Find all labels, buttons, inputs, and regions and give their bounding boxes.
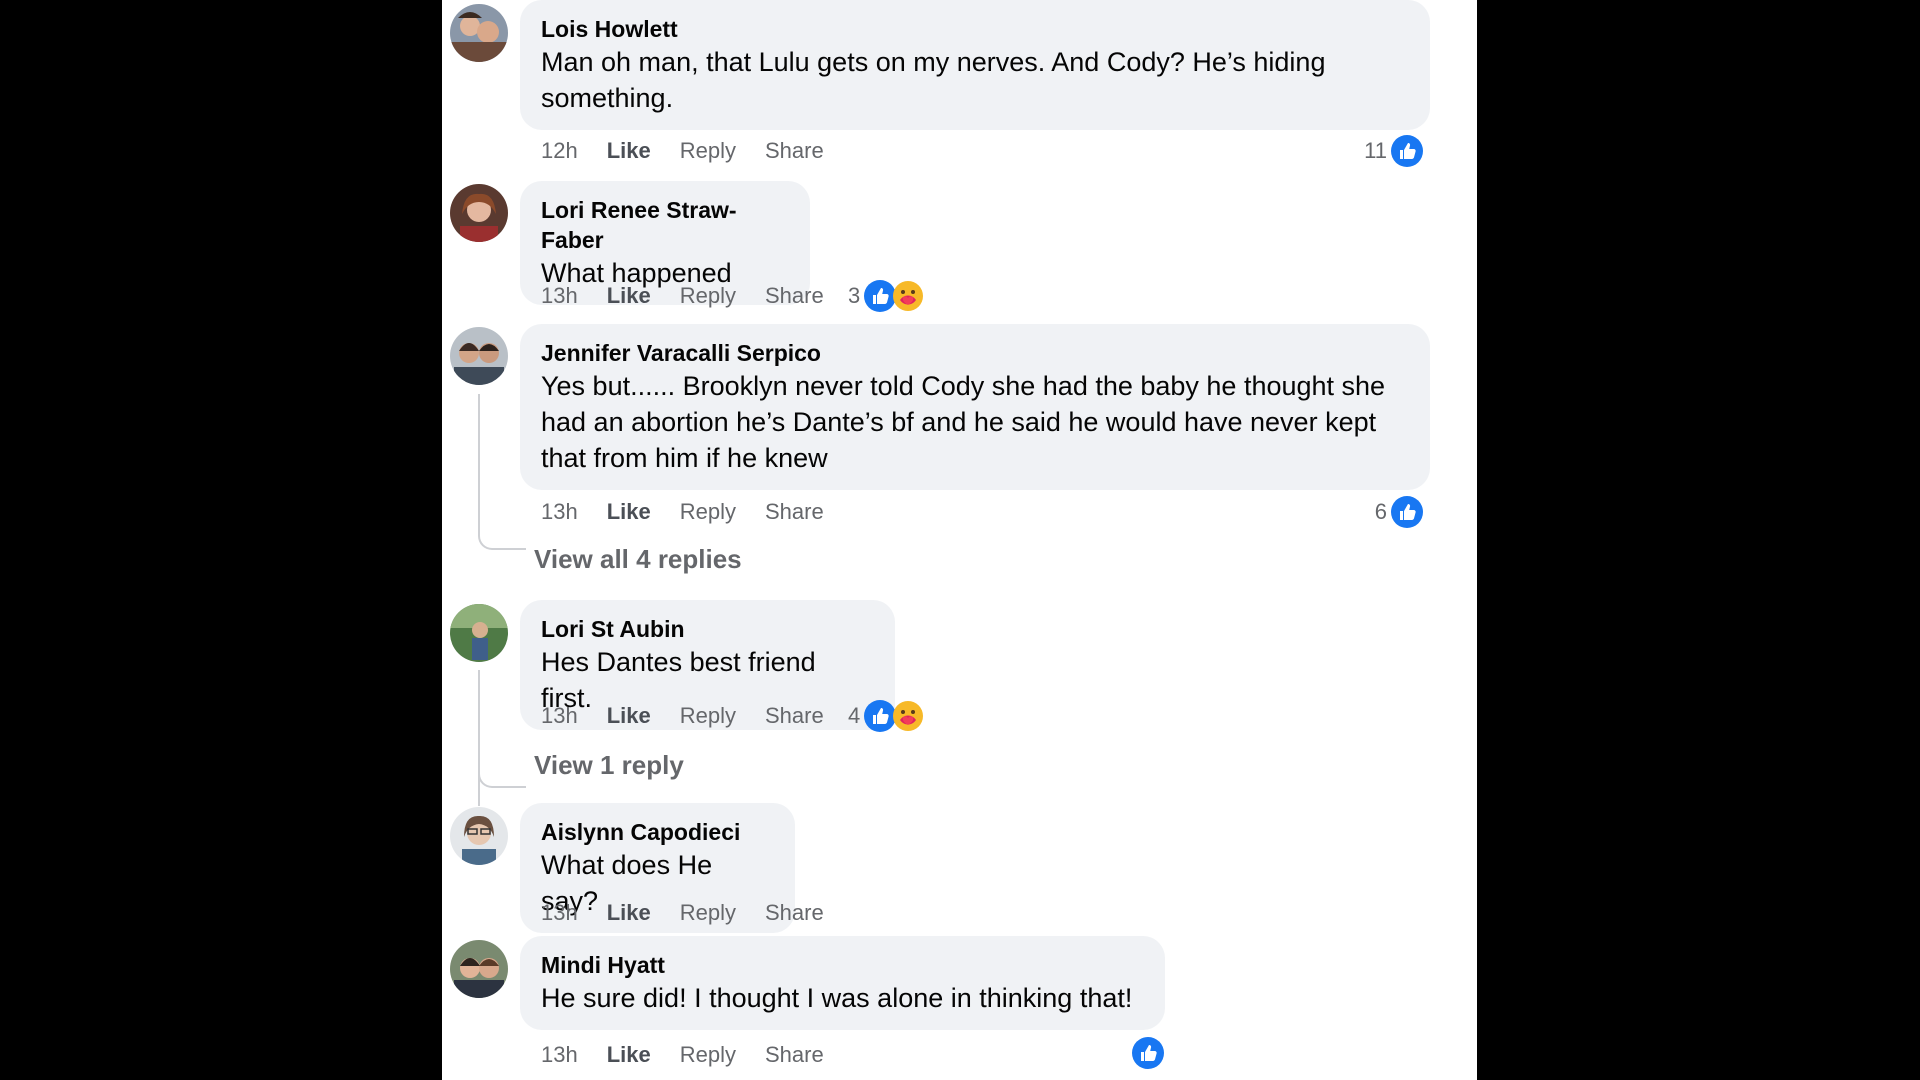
reaction-summary[interactable]: 4 — [848, 699, 924, 733]
share-button[interactable]: Share — [765, 499, 824, 525]
like-button[interactable]: Like — [607, 900, 651, 926]
avatar[interactable] — [450, 807, 508, 865]
view-replies-link[interactable]: View 1 reply — [534, 750, 684, 781]
comment-actions: 13h Like Reply Share — [541, 701, 853, 731]
comment-actions: 12h Like Reply Share — [541, 136, 853, 166]
reply-button[interactable]: Reply — [680, 138, 736, 164]
comment-text: He sure did! I thought I was alone in th… — [541, 983, 1133, 1013]
reaction-summary[interactable]: 6 — [1375, 495, 1423, 529]
comment-text: Yes but...... Brooklyn never told Cody s… — [541, 371, 1386, 473]
comment-author[interactable]: Aislynn Capodieci — [541, 817, 774, 847]
comment-time[interactable]: 13h — [541, 900, 578, 926]
reaction-count: 4 — [848, 703, 861, 728]
avatar[interactable] — [450, 940, 508, 998]
thread-connector — [478, 528, 526, 550]
thread-connector — [478, 766, 526, 788]
comment-time[interactable]: 13h — [541, 703, 578, 729]
comment-author[interactable]: Lois Howlett — [541, 14, 1409, 44]
like-button[interactable]: Like — [607, 1042, 651, 1068]
care-reaction-icon — [892, 280, 924, 312]
avatar[interactable] — [450, 4, 508, 62]
care-reaction-icon — [892, 700, 924, 732]
thread-line — [478, 670, 480, 806]
comment-author[interactable]: Jennifer Varacalli Serpico — [541, 338, 1409, 368]
comment-bubble: Lois Howlett Man oh man, that Lulu gets … — [520, 0, 1430, 130]
comment-text: Man oh man, that Lulu gets on my nerves.… — [541, 47, 1326, 113]
reaction-summary[interactable] — [1132, 1036, 1164, 1070]
share-button[interactable]: Share — [765, 283, 824, 309]
avatar[interactable] — [450, 184, 508, 242]
comment-time[interactable]: 12h — [541, 138, 578, 164]
like-button[interactable]: Like — [607, 499, 651, 525]
reply-button[interactable]: Reply — [680, 900, 736, 926]
like-reaction-icon — [1391, 496, 1423, 528]
reaction-summary[interactable]: 3 — [848, 279, 924, 313]
share-button[interactable]: Share — [765, 900, 824, 926]
reply-button[interactable]: Reply — [680, 1042, 736, 1068]
reply-button[interactable]: Reply — [680, 499, 736, 525]
like-reaction-icon — [1391, 135, 1423, 167]
reaction-count: 3 — [848, 283, 861, 308]
reaction-count: 11 — [1364, 138, 1387, 163]
comment-author[interactable]: Mindi Hyatt — [541, 950, 1144, 980]
reply-button[interactable]: Reply — [680, 283, 736, 309]
share-button[interactable]: Share — [765, 703, 824, 729]
comment-time[interactable]: 13h — [541, 1042, 578, 1068]
like-reaction-icon — [1132, 1037, 1164, 1069]
comments-panel: Lois Howlett Man oh man, that Lulu gets … — [442, 0, 1477, 1080]
comment-time[interactable]: 13h — [541, 499, 578, 525]
reaction-summary[interactable]: 11 — [1364, 134, 1423, 168]
share-button[interactable]: Share — [765, 1042, 824, 1068]
comment-actions: 13h Like Reply Share — [541, 281, 853, 311]
comment-author[interactable]: Lori Renee Straw-Faber — [541, 195, 789, 255]
comment-time[interactable]: 13h — [541, 283, 578, 309]
avatar[interactable] — [450, 327, 508, 385]
like-button[interactable]: Like — [607, 703, 651, 729]
comment-author[interactable]: Lori St Aubin — [541, 614, 874, 644]
like-button[interactable]: Like — [607, 283, 651, 309]
avatar[interactable] — [450, 604, 508, 662]
comment-actions: 13h Like Reply Share — [541, 898, 853, 928]
comment-bubble: Mindi Hyatt He sure did! I thought I was… — [520, 936, 1165, 1030]
share-button[interactable]: Share — [765, 138, 824, 164]
view-replies-link[interactable]: View all 4 replies — [534, 544, 742, 575]
reaction-count: 6 — [1374, 499, 1387, 524]
comment-actions: 13h Like Reply Share — [541, 497, 853, 527]
reply-button[interactable]: Reply — [680, 703, 736, 729]
comment-actions: 13h Like Reply Share — [541, 1040, 853, 1070]
like-button[interactable]: Like — [607, 138, 651, 164]
thread-line — [478, 394, 480, 530]
comment-bubble: Jennifer Varacalli Serpico Yes but......… — [520, 324, 1430, 490]
